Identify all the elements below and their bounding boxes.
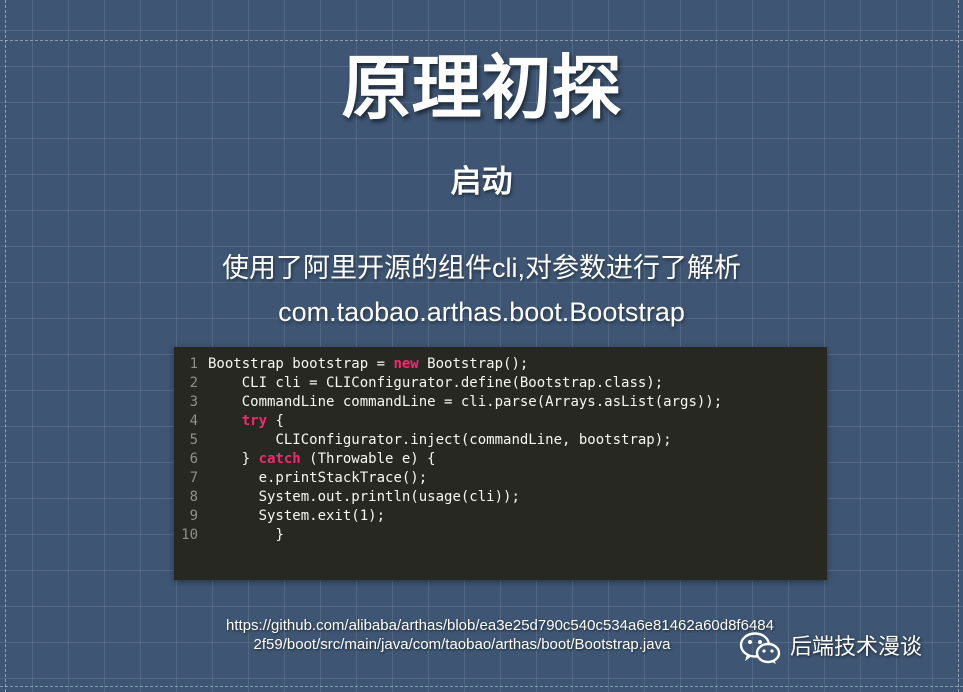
code-line: 5 CLIConfigurator.inject(commandLine, bo…: [174, 431, 672, 450]
line-number: 3: [189, 394, 198, 410]
code-text: Bootstrap();: [418, 356, 529, 372]
wechat-icon: [739, 632, 781, 664]
code-text: CommandLine commandLine = cli.parse(Arra…: [241, 394, 723, 410]
code-text: e.printStackTrace();: [258, 470, 428, 486]
watermark-text: 后端技术漫谈: [790, 635, 923, 660]
code-line: 7 e.printStackTrace();: [174, 469, 428, 488]
watermark: 后端技术漫谈: [738, 628, 922, 668]
code-text: }: [241, 451, 259, 467]
code-block: 1 Bootstrap bootstrap = new Bootstrap(); 2…: [174, 347, 827, 580]
code-text: CLI cli = CLIConfigurator.define(Bootstr…: [241, 375, 664, 391]
line-number: 2: [189, 375, 198, 391]
code-line: 4 try {: [174, 412, 284, 431]
code-text: System.exit(1);: [258, 508, 386, 524]
code-text: {: [267, 413, 284, 429]
line-number: 6: [189, 451, 198, 467]
code-line: 3 CommandLine commandLine = cli.parse(Ar…: [174, 393, 723, 412]
code-line: 9 System.exit(1);: [174, 507, 385, 526]
code-keyword: new: [393, 356, 419, 372]
class-name: com.taobao.arthas.boot.Bootstrap: [278, 297, 685, 327]
code-text: CLIConfigurator.inject(commandLine, boot…: [275, 432, 672, 448]
code-keyword: try: [241, 413, 268, 429]
line-number: 1: [189, 356, 198, 372]
code-line: 6 } catch (Throwable e) {: [174, 450, 436, 469]
code-text: }: [275, 527, 284, 543]
line-number: 7: [189, 470, 198, 486]
line-number: 10: [181, 527, 198, 543]
code-text: (Throwable e) {: [300, 451, 436, 467]
code-text: Bootstrap bootstrap =: [208, 356, 394, 372]
code-line: 2 CLI cli = CLIConfigurator.define(Boots…: [174, 374, 664, 393]
slide-title: 原理初探: [341, 47, 622, 129]
guide-line: [0, 40, 963, 41]
slide-subtitle: 启动: [450, 164, 513, 200]
code-text: System.out.println(usage(cli));: [258, 489, 520, 505]
guide-line: [0, 686, 963, 687]
description-line: 使用了阿里开源的组件cli,对参数进行了解析: [222, 253, 741, 283]
line-number: 5: [189, 432, 198, 448]
line-number: 8: [189, 489, 198, 505]
code-line: 1 Bootstrap bootstrap = new Bootstrap();: [174, 355, 529, 374]
code-line: 8 System.out.println(usage(cli));: [174, 488, 520, 507]
source-url: 2f59/boot/src/main/java/com/taobao/artha…: [253, 636, 671, 653]
line-number: 4: [189, 413, 198, 429]
line-number: 9: [189, 508, 198, 524]
code-line: 10 }: [174, 526, 284, 545]
code-keyword: catch: [258, 451, 301, 467]
